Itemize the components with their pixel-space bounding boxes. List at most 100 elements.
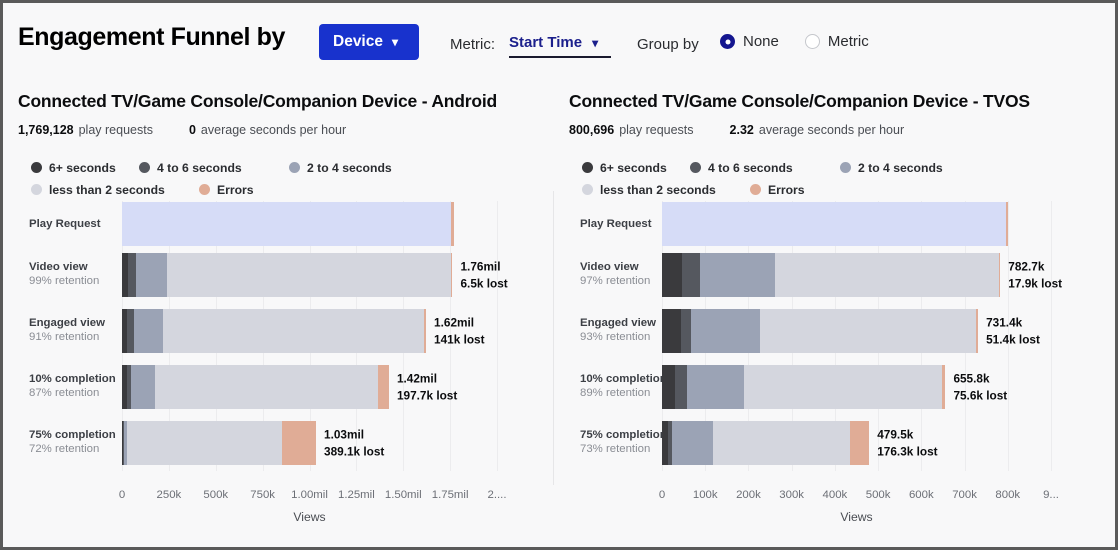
legend-item[interactable]: less than 2 seconds bbox=[31, 183, 165, 197]
funnel-row[interactable]: 10% completion 89% retention 655.8k 75.6k l… bbox=[554, 359, 1115, 415]
legend-item[interactable]: 6+ seconds bbox=[582, 161, 667, 175]
bar-segment[interactable] bbox=[126, 421, 283, 465]
funnel-row[interactable]: Video view 97% retention 782.7k 17.9k lost bbox=[554, 247, 1115, 303]
funnel-row-label: Play Request bbox=[29, 201, 119, 247]
bar-segment[interactable] bbox=[687, 365, 745, 409]
funnel-row[interactable]: 10% completion 87% retention 1.42mil 197.7k… bbox=[3, 359, 553, 415]
bar-segment[interactable] bbox=[976, 309, 979, 353]
bar-segment[interactable] bbox=[672, 421, 714, 465]
x-axis-tick: 600k bbox=[908, 489, 934, 501]
legend-item[interactable]: Errors bbox=[199, 183, 254, 197]
funnel-row[interactable]: Engaged view 91% retention 1.62mil 141k los… bbox=[3, 303, 553, 359]
bar-segment[interactable] bbox=[941, 365, 946, 409]
chevron-down-icon: ▾ bbox=[592, 35, 599, 50]
stacked-bar[interactable] bbox=[122, 253, 453, 297]
stage-lost: 17.9k lost bbox=[1008, 276, 1063, 290]
bar-segment[interactable] bbox=[155, 365, 378, 409]
bar-segment[interactable] bbox=[849, 421, 870, 465]
stacked-bar[interactable] bbox=[662, 365, 946, 409]
stacked-bar[interactable] bbox=[122, 365, 389, 409]
bar-segment[interactable] bbox=[377, 365, 389, 409]
legend-item[interactable]: 6+ seconds bbox=[31, 161, 116, 175]
bar-segment[interactable] bbox=[127, 309, 135, 353]
legend-label: Errors bbox=[217, 182, 254, 197]
stacked-bar[interactable] bbox=[662, 202, 1009, 246]
funnel-row-label: 75% completion 73% retention bbox=[580, 415, 670, 471]
funnel-row[interactable]: Play Request bbox=[554, 201, 1115, 247]
bar-segment[interactable] bbox=[674, 365, 688, 409]
legend-item[interactable]: 2 to 4 seconds bbox=[840, 161, 943, 175]
stacked-bar[interactable] bbox=[122, 421, 317, 465]
bar-segment[interactable] bbox=[700, 253, 776, 297]
funnel-rows: Play Request Video view 99% retention 1.76m… bbox=[3, 201, 553, 471]
bar-segment[interactable] bbox=[662, 365, 675, 409]
stage-name: Play Request bbox=[29, 217, 101, 230]
legend-item[interactable]: 4 to 6 seconds bbox=[139, 161, 242, 175]
gridline bbox=[497, 201, 498, 247]
metric-select-value: Start Time bbox=[509, 34, 583, 51]
funnel-row[interactable]: 75% completion 72% retention 1.03mil 389.1k… bbox=[3, 415, 553, 471]
header-bar: Engagement Funnel by Device ▾ Metric: St… bbox=[3, 3, 1115, 79]
stacked-bar[interactable] bbox=[662, 309, 979, 353]
bar-segment[interactable] bbox=[134, 309, 164, 353]
bar-segment[interactable] bbox=[690, 309, 761, 353]
bar-segment[interactable] bbox=[163, 309, 425, 353]
legend-item[interactable]: 2 to 4 seconds bbox=[289, 161, 392, 175]
device-dropdown-button[interactable]: Device ▾ bbox=[319, 24, 419, 60]
legend-label: less than 2 seconds bbox=[600, 182, 716, 197]
legend-item[interactable]: 4 to 6 seconds bbox=[690, 161, 793, 175]
bar-segment[interactable] bbox=[662, 202, 1006, 246]
play-requests-suffix: play requests bbox=[78, 123, 153, 137]
bar-segment[interactable] bbox=[167, 253, 451, 297]
bar-segment[interactable] bbox=[775, 253, 999, 297]
stage-value: 1.76mil bbox=[460, 259, 501, 274]
bar-segment[interactable] bbox=[450, 253, 453, 297]
bar-segment[interactable] bbox=[1005, 202, 1009, 246]
bar-segment[interactable] bbox=[713, 421, 850, 465]
funnel-row[interactable]: Engaged view 93% retention 731.4k 51.4k los… bbox=[554, 303, 1115, 359]
x-axis-tick: 750k bbox=[250, 489, 275, 501]
stage-retention: 99% retention bbox=[29, 275, 100, 288]
legend-item[interactable]: Errors bbox=[750, 183, 805, 197]
bar-segment[interactable] bbox=[998, 253, 1001, 297]
legend-label: 2 to 4 seconds bbox=[307, 160, 392, 175]
plot-area bbox=[122, 415, 498, 471]
funnel-row-label: Engaged view 91% retention bbox=[29, 303, 119, 359]
bar-segment[interactable] bbox=[282, 421, 317, 465]
stage-lost: 176.3k lost bbox=[877, 444, 938, 458]
funnel-row[interactable]: Play Request bbox=[3, 201, 553, 247]
stacked-bar[interactable] bbox=[122, 309, 427, 353]
stage-value-labels: 782.7k 17.9k lost bbox=[1008, 258, 1062, 292]
bar-segment[interactable] bbox=[682, 253, 701, 297]
funnel-row[interactable]: Video view 99% retention 1.76mil 6.5k lost bbox=[3, 247, 553, 303]
bar-segment[interactable] bbox=[662, 309, 682, 353]
stacked-bar[interactable] bbox=[662, 421, 870, 465]
x-axis-tick: 1.75mil bbox=[431, 489, 469, 501]
stage-lost: 75.6k lost bbox=[953, 388, 1008, 402]
bar-segment[interactable] bbox=[681, 309, 691, 353]
bar-segment[interactable] bbox=[744, 365, 942, 409]
legend-label: 6+ seconds bbox=[49, 160, 116, 175]
bar-segment[interactable] bbox=[127, 253, 136, 297]
bar-segment[interactable] bbox=[451, 202, 454, 246]
funnel-row-label: Video view 99% retention bbox=[29, 247, 119, 303]
stacked-bar[interactable] bbox=[662, 253, 1001, 297]
page-title: Engagement Funnel by bbox=[18, 23, 286, 51]
bar-segment[interactable] bbox=[760, 309, 977, 353]
bar-segment[interactable] bbox=[662, 253, 683, 297]
stacked-bar[interactable] bbox=[122, 202, 454, 246]
metric-select[interactable]: Start Time ▾ bbox=[509, 34, 611, 58]
bar-segment[interactable] bbox=[122, 202, 452, 246]
legend-color-swatch bbox=[840, 162, 851, 173]
legend-color-swatch bbox=[31, 162, 42, 173]
funnel-row-label: 75% completion 72% retention bbox=[29, 415, 119, 471]
funnel-row[interactable]: 75% completion 73% retention 479.5k 176.3k … bbox=[554, 415, 1115, 471]
radio-group-by-metric[interactable]: Metric bbox=[804, 33, 869, 50]
legend-item[interactable]: less than 2 seconds bbox=[582, 183, 716, 197]
avg-seconds-value: 2.32 bbox=[729, 123, 754, 137]
radio-group-by-none[interactable]: None bbox=[720, 33, 779, 50]
bar-segment[interactable] bbox=[135, 253, 167, 297]
bar-segment[interactable] bbox=[424, 309, 427, 353]
bar-segment[interactable] bbox=[130, 365, 156, 409]
x-axis-tick: 0 bbox=[658, 489, 666, 501]
